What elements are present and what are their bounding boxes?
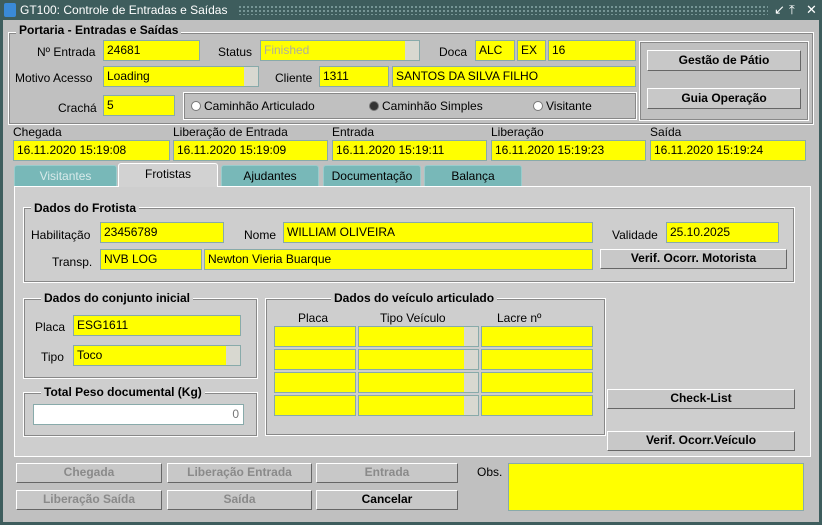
placa-field[interactable]: ESG1611 (73, 315, 241, 336)
tab-frotistas[interactable]: Frotistas (118, 163, 218, 187)
radio-label: Caminhão Simples (382, 99, 483, 113)
tab-visitantes[interactable]: Visitantes (14, 165, 117, 187)
motivo-label: Motivo Acesso (15, 71, 93, 85)
radio-articulado[interactable]: Caminhão Articulado (191, 99, 315, 113)
row1-tipo[interactable] (358, 326, 479, 347)
minimize-icon[interactable]: ↙ (774, 2, 785, 18)
col-placa-header: Placa (298, 311, 329, 325)
obs-label: Obs. (477, 465, 503, 479)
entrada-time-field[interactable]: 16.11.2020 15:19:11 (332, 140, 487, 161)
col-lacre-header: Lacre nº (497, 311, 542, 325)
saida-time-field[interactable]: 16.11.2020 15:19:24 (650, 140, 806, 161)
peso-legend: Total Peso documental (Kg) (41, 385, 205, 399)
liberacao-saida-button[interactable]: Liberação Saída (16, 490, 162, 510)
col-tipo-header: Tipo Veículo (380, 311, 446, 325)
doca-label: Doca (439, 45, 468, 59)
n-entrada-label: Nº Entrada (37, 45, 96, 59)
close-icon[interactable]: ✕ (806, 2, 817, 18)
status-label: Status (218, 45, 253, 59)
lib-entrada-time-label: Liberação de Entrada (173, 125, 288, 139)
tipo-label: Tipo (41, 350, 64, 364)
row1-lacre[interactable] (481, 326, 593, 347)
check-list-button[interactable]: Check-List (607, 389, 795, 409)
habilitacao-field[interactable]: 23456789 (100, 222, 224, 243)
tipo-select[interactable]: Toco (73, 345, 241, 366)
cracha-label: Crachá (58, 101, 97, 115)
maximize-icon[interactable]: ⤒ (789, 2, 795, 18)
row2-lacre[interactable] (481, 349, 593, 370)
motivo-select[interactable]: Loading (103, 66, 259, 87)
row4-lacre[interactable] (481, 395, 593, 416)
window-title: GT100: Controle de Entradas e Saídas (20, 3, 228, 17)
row2-placa[interactable] (274, 349, 356, 370)
entrada-button[interactable]: Entrada (316, 463, 458, 483)
conjunto-legend: Dados do conjunto inicial (41, 291, 194, 305)
doca-field-1[interactable]: ALC (475, 40, 515, 61)
chegada-time-field[interactable]: 16.11.2020 15:19:08 (13, 140, 170, 161)
frotista-legend: Dados do Frotista (31, 201, 140, 215)
frotistas-panel: Dados do Frotista Habilitação 23456789 N… (14, 186, 811, 457)
validade-label: Validade (612, 228, 658, 242)
guia-operacao-button[interactable]: Guia Operação (647, 88, 801, 109)
window-body: Portaria - Entradas e Saídas Nº Entrada … (3, 20, 819, 522)
radio-checked-icon (369, 101, 379, 111)
row3-lacre[interactable] (481, 372, 593, 393)
doca-field-3[interactable]: 16 (548, 40, 636, 61)
peso-field[interactable]: 0 (33, 404, 244, 425)
row4-tipo[interactable] (358, 395, 479, 416)
frotista-group (23, 207, 795, 283)
status-select[interactable]: Finished (260, 40, 420, 61)
verif-ocorr-motorista-button[interactable]: Verif. Ocorr. Motorista (600, 249, 787, 269)
cliente-name-field[interactable]: SANTOS DA SILVA FILHO (392, 66, 636, 87)
portaria-legend: Portaria - Entradas e Saídas (16, 23, 182, 37)
title-bar: GT100: Controle de Entradas e Saídas ↙ ⤒… (0, 0, 822, 20)
placa-label: Placa (35, 320, 66, 334)
liberacao-entrada-button[interactable]: Liberação Entrada (167, 463, 312, 483)
radio-label: Visitante (546, 99, 592, 113)
cliente-code-field[interactable]: 1311 (319, 66, 389, 87)
chegada-time-label: Chegada (13, 125, 62, 139)
saida-time-label: Saída (650, 125, 682, 139)
entrada-time-label: Entrada (332, 125, 375, 139)
n-entrada-field[interactable]: 24681 (103, 40, 200, 61)
transp-label: Transp. (52, 255, 93, 269)
validade-field[interactable]: 25.10.2025 (666, 222, 779, 243)
verif-ocorr-veiculo-button[interactable]: Verif. Ocorr.Veículo (607, 431, 795, 451)
habilitacao-label: Habilitação (31, 228, 91, 242)
radio-label: Caminhão Articulado (204, 99, 315, 113)
saida-button[interactable]: Saída (167, 490, 312, 510)
nome-field[interactable]: WILLIAM OLIVEIRA (283, 222, 593, 243)
row2-tipo[interactable] (358, 349, 479, 370)
chegada-button[interactable]: Chegada (16, 463, 162, 483)
cracha-field[interactable]: 5 (103, 95, 175, 116)
app-icon (4, 3, 16, 17)
radio-icon (533, 101, 543, 111)
cliente-label: Cliente (275, 71, 313, 85)
row1-placa[interactable] (274, 326, 356, 347)
radio-icon (191, 101, 201, 111)
lib-entrada-time-field[interactable]: 16.11.2020 15:19:09 (173, 140, 328, 161)
row3-tipo[interactable] (358, 372, 479, 393)
row3-placa[interactable] (274, 372, 356, 393)
title-grip (238, 5, 768, 15)
tab-balanca[interactable]: Balança (424, 165, 522, 187)
conjunto-group (23, 298, 258, 379)
transp-name-field[interactable]: Newton Vieria Buarque (204, 249, 593, 270)
row4-placa[interactable] (274, 395, 356, 416)
articulado-legend: Dados do veículo articulado (331, 291, 498, 305)
tab-documentacao[interactable]: Documentação (323, 165, 421, 187)
doca-field-2[interactable]: EX (517, 40, 546, 61)
transp-code-field[interactable]: NVB LOG (100, 249, 202, 270)
liberacao-time-field[interactable]: 16.11.2020 15:19:23 (491, 140, 646, 161)
obs-field[interactable] (508, 463, 804, 511)
tab-ajudantes[interactable]: Ajudantes (221, 165, 319, 187)
cancelar-button[interactable]: Cancelar (316, 490, 458, 510)
nome-label: Nome (244, 228, 277, 242)
gestao-patio-button[interactable]: Gestão de Pátio (647, 50, 801, 71)
radio-visitante[interactable]: Visitante (533, 99, 592, 113)
radio-simples[interactable]: Caminhão Simples (369, 99, 483, 113)
liberacao-time-label: Liberação (491, 125, 544, 139)
